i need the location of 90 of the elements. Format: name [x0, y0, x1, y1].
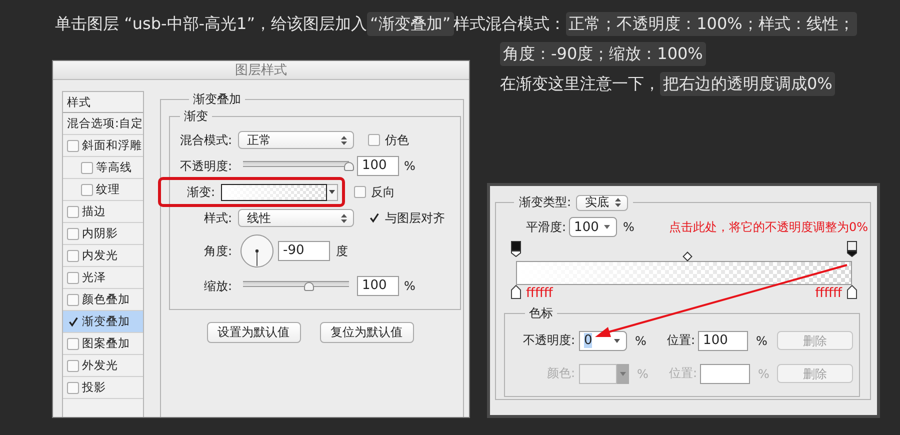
highlighted-text: 把右边的透明度调成0%	[660, 72, 836, 96]
dropdown-icon[interactable]	[329, 190, 335, 194]
unit-label: %	[404, 159, 416, 173]
field-label: 混合模式:	[178, 132, 233, 148]
field-label: 角度:	[202, 242, 233, 260]
unit-label: %	[623, 220, 634, 234]
highlighted-text: “渐变叠加”	[367, 12, 454, 36]
field-label: 平滑度:	[526, 218, 566, 236]
group-title: 色标	[528, 305, 554, 322]
up-down-arrows-icon[interactable]	[615, 198, 622, 207]
instruction-text: 单击图层 “usb-中部-高光1”，给该图层加入	[55, 14, 368, 34]
gradient-type-select[interactable]: 实底	[576, 194, 628, 210]
color-code-label: ffffff	[815, 286, 842, 301]
color-stop[interactable]	[511, 285, 521, 299]
sidebar-item[interactable]: 描边	[63, 201, 143, 223]
checkbox[interactable]	[67, 294, 79, 306]
field-label: 颜色:	[546, 365, 576, 382]
annotation-text: 点击此处，将它的不透明度调整为0%	[668, 218, 868, 236]
up-down-arrows-icon[interactable]	[341, 136, 347, 144]
checkbox[interactable]	[368, 212, 380, 224]
sidebar-item[interactable]: 投影	[63, 377, 143, 399]
sidebar-item[interactable]: 纹理	[63, 179, 143, 201]
checkbox[interactable]	[67, 360, 79, 372]
dropdown-icon[interactable]	[614, 338, 620, 342]
checkbox[interactable]	[67, 338, 79, 350]
sidebar-item[interactable]: 内阴影	[63, 223, 143, 245]
checkbox[interactable]	[67, 382, 79, 394]
slider-thumb[interactable]	[304, 282, 314, 291]
window-title: 图层样式	[235, 62, 287, 79]
sidebar-item[interactable]: 等高线	[63, 157, 143, 179]
color-code-label: ffffff	[526, 286, 553, 301]
color-stop[interactable]	[847, 285, 857, 299]
location-input[interactable]: 100	[698, 330, 748, 350]
field-label: 样式:	[202, 210, 233, 226]
sidebar-item[interactable]: 光泽	[63, 267, 143, 289]
field-label: 位置:	[667, 332, 696, 349]
up-down-arrows-icon[interactable]	[341, 214, 347, 222]
highlighted-text: 正常；不透明度：100%；样式：线性；	[566, 12, 858, 36]
blend-mode-select[interactable]: 正常	[238, 131, 354, 149]
checkbox-label: 反向	[371, 184, 395, 200]
field-label: 不透明度:	[522, 332, 576, 349]
unit-label: %	[404, 279, 416, 293]
unit-label: 度	[336, 242, 348, 260]
instruction-text: 样式混合模式：	[454, 14, 566, 34]
midpoint-marker[interactable]	[682, 252, 692, 262]
checkbox[interactable]	[368, 134, 380, 146]
dialog-button[interactable]: 设置为默认值	[206, 322, 300, 343]
sidebar-item[interactable]: 混合选项:自定	[63, 113, 143, 135]
dropdown-icon[interactable]	[604, 225, 610, 229]
field-label: 位置:	[669, 365, 698, 382]
highlighted-text: 角度：-90度；缩放：100%	[500, 42, 706, 66]
style-select[interactable]: 线性	[238, 209, 354, 227]
sidebar-item[interactable]: 外发光	[63, 355, 143, 377]
field-label: 缩放:	[202, 278, 233, 294]
field-label: 渐变:	[186, 184, 216, 200]
checkbox[interactable]	[67, 206, 79, 218]
unit-label: %	[635, 334, 648, 348]
checkbox-label: 仿色	[385, 132, 409, 148]
list-header: 样式	[63, 92, 143, 113]
field-label: 渐变类型:	[519, 194, 572, 211]
location-input[interactable]	[700, 364, 750, 384]
checkbox[interactable]	[67, 228, 79, 240]
slider-thumb[interactable]	[344, 162, 354, 171]
checkbox[interactable]	[354, 186, 366, 198]
sidebar-item[interactable]: 内发光	[63, 245, 143, 267]
unit-label: %	[758, 366, 770, 380]
group-title: 渐变	[183, 108, 209, 125]
checkbox[interactable]	[81, 162, 93, 174]
checkbox[interactable]	[67, 140, 79, 152]
unit-label: %	[756, 334, 768, 348]
checkbox[interactable]	[67, 272, 79, 284]
gradient-preview[interactable]	[221, 184, 327, 200]
unit-label: %	[637, 366, 650, 380]
sidebar-item[interactable]: 斜面和浮雕	[63, 135, 143, 157]
opacity-stop[interactable]	[847, 241, 857, 257]
smoothness-input[interactable]: 100	[569, 217, 618, 237]
sidebar-item[interactable]: 图案叠加	[63, 333, 143, 355]
angle-input[interactable]: -90	[278, 241, 330, 261]
instruction-text: 在渐变这里注意一下，	[500, 74, 660, 94]
scale-input[interactable]: 100	[357, 276, 399, 296]
checkbox-label: 与图层对齐	[385, 210, 445, 226]
dialog-button[interactable]: 复位为默认值	[320, 322, 414, 343]
opacity-stop[interactable]	[511, 241, 521, 257]
opacity-input[interactable]: 100	[357, 156, 399, 176]
angle-dial[interactable]	[240, 234, 274, 268]
field-label: 不透明度:	[178, 158, 233, 174]
group-title: 渐变叠加	[192, 91, 242, 108]
checkbox[interactable]	[81, 184, 93, 196]
sidebar-item[interactable]: 渐变叠加	[63, 311, 143, 333]
checkbox[interactable]	[67, 250, 79, 262]
